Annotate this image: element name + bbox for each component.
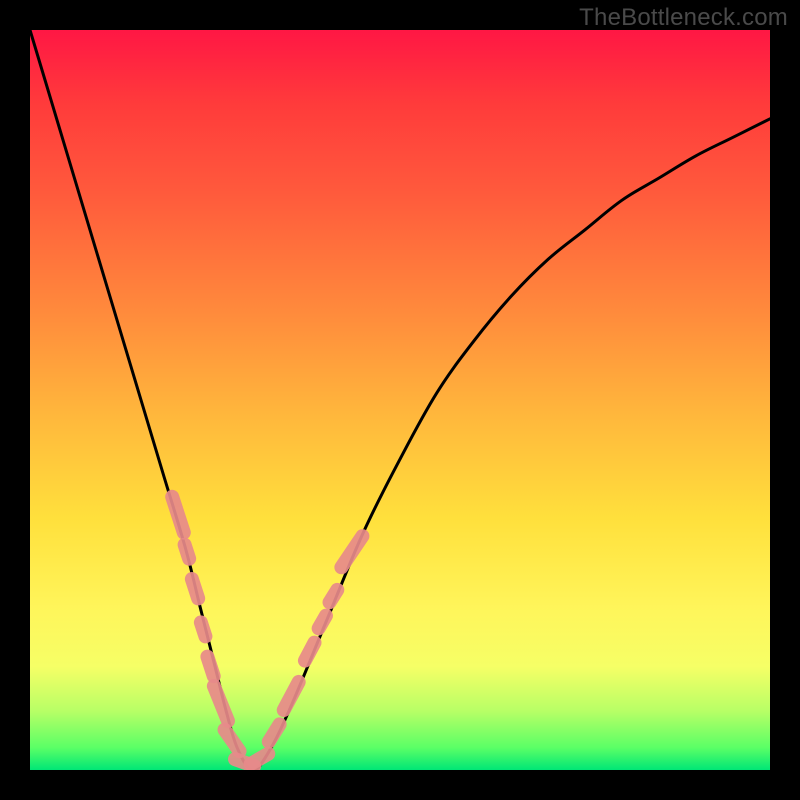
curve-marker [259,715,289,752]
chart-plot-area [30,30,770,770]
curve-marker [295,633,324,670]
curve-marker [332,526,372,577]
curve-marker [163,488,192,541]
curve-marker [199,648,223,685]
curve-marker [183,570,207,607]
curve-markers [163,488,372,770]
curve-marker [320,580,347,612]
bottleneck-curve [30,30,770,770]
curve-marker [205,677,237,730]
chart-svg [30,30,770,770]
curve-marker [176,536,198,568]
attribution-text: TheBottleneck.com [579,4,788,32]
chart-stage: TheBottleneck.com [0,0,800,800]
curve-marker [274,672,308,719]
curve-marker [192,614,214,646]
